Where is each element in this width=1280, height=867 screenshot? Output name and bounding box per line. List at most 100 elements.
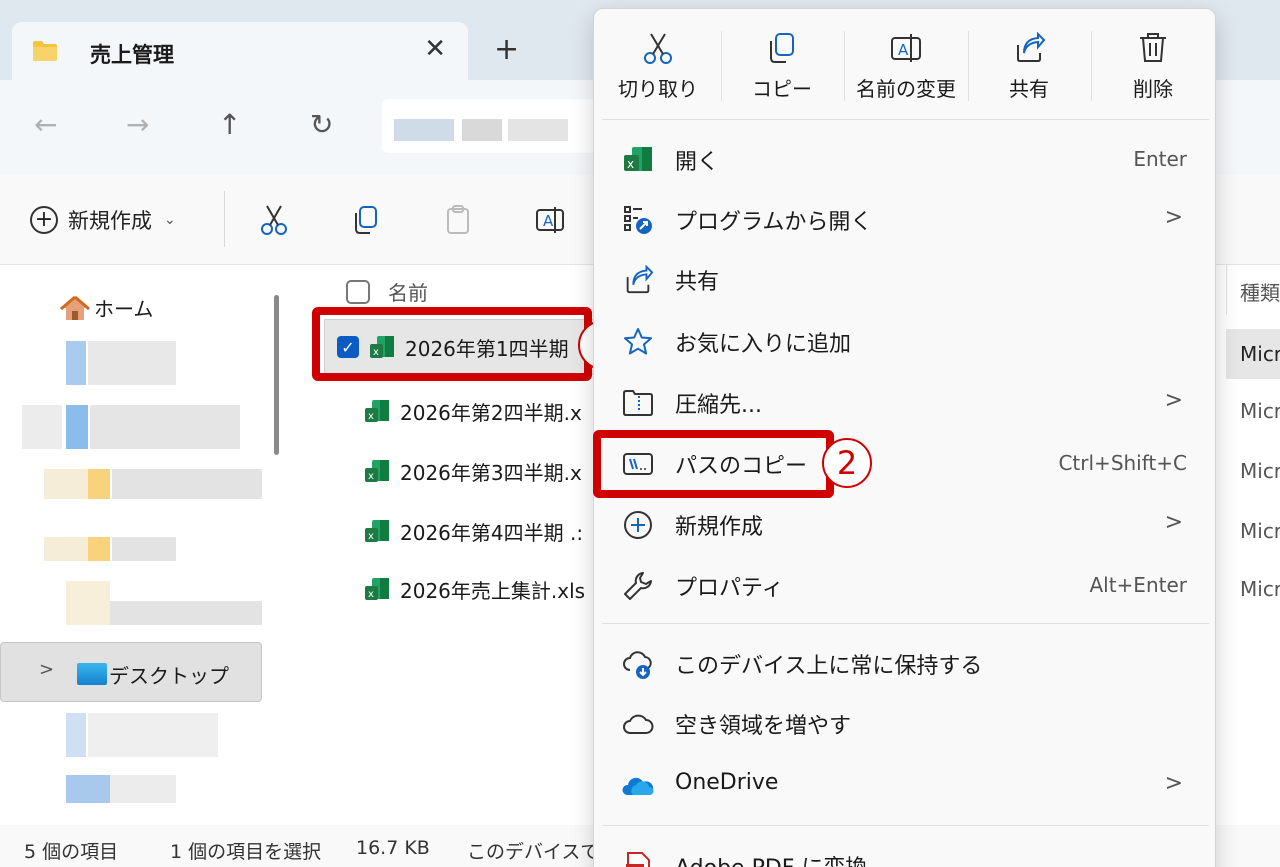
svg-text:A: A — [543, 212, 554, 230]
toolbar-divider — [224, 191, 225, 247]
menu-item-label: OneDrive — [675, 770, 779, 795]
rename-icon: A — [891, 34, 921, 62]
menu-item-label: 開く — [675, 150, 720, 175]
step-badge-2: 2 — [822, 438, 872, 488]
menu-item-shortcut: Ctrl+Shift+C — [1058, 451, 1187, 475]
menu-item-free-up-space[interactable]: 空き領域を増やす — [594, 693, 1217, 753]
up-icon[interactable]: ↑ — [218, 108, 241, 141]
svg-text:x: x — [368, 471, 374, 482]
plus-icon: + — [30, 206, 58, 234]
menu-item-shortcut: Enter — [1133, 147, 1187, 171]
menu-item-onedrive[interactable]: OneDrive > — [594, 755, 1217, 815]
select-all-checkbox[interactable] — [346, 279, 370, 304]
desktop-icon — [77, 663, 107, 685]
highlight-box-step2 — [593, 430, 834, 498]
file-row[interactable]: x 2026年第2四半期.x — [324, 383, 624, 439]
availability-status: このデバイスで — [467, 841, 600, 863]
menu-item-label: プロパティ — [675, 576, 784, 601]
cloud-icon — [623, 714, 654, 734]
svg-text:x: x — [368, 411, 374, 422]
menu-item-keep-on-device[interactable]: このデバイス上に常に保持する — [594, 633, 1217, 693]
menu-item-open-with[interactable]: プログラムから開く > — [594, 189, 1217, 249]
copy-button[interactable]: コピー — [720, 27, 844, 117]
menu-item-share[interactable]: 共有 — [594, 249, 1217, 309]
menu-item-add-favorites[interactable]: お気に入りに追加 — [594, 311, 1217, 371]
chevron-down-icon: ⌄ — [164, 212, 176, 228]
trash-icon — [1140, 33, 1166, 62]
selection-size: 16.7 KB — [356, 837, 430, 859]
paste-icon[interactable] — [442, 203, 474, 237]
cut-button[interactable]: 切り取り — [596, 27, 720, 117]
svg-text:x: x — [627, 157, 634, 171]
menu-divider — [602, 623, 1209, 624]
svg-text:A: A — [898, 41, 909, 59]
chevron-right-icon[interactable]: > — [39, 659, 54, 680]
cut-icon[interactable] — [258, 203, 290, 237]
refresh-icon[interactable]: ↻ — [310, 108, 333, 141]
menu-item-shortcut: Alt+Enter — [1089, 573, 1187, 597]
file-name: 2026年第2四半期.x — [400, 400, 582, 425]
wrench-icon — [624, 572, 652, 600]
excel-file-icon: x — [365, 578, 389, 600]
svg-text:x: x — [368, 589, 374, 600]
sidebar-scrollbar[interactable] — [274, 295, 279, 455]
sidebar-item-home-label: ホーム — [94, 297, 154, 321]
tab-close-icon[interactable]: ✕ — [424, 34, 446, 64]
menu-item-label: 新規作成 — [675, 515, 764, 540]
sidebar-item-desktop-label: デスクトップ — [109, 664, 229, 688]
new-tab-button[interactable]: + — [494, 32, 519, 67]
chevron-right-icon: > — [1164, 388, 1183, 413]
share-button[interactable]: 共有 — [967, 27, 1091, 117]
menu-divider — [602, 119, 1209, 120]
plus-circle-icon — [624, 511, 652, 539]
file-name: 2026年売上集計.xls — [400, 578, 586, 603]
menu-item-convert-pdf[interactable]: Adobe PDF に変換 — [594, 835, 1217, 867]
excel-file-icon: x — [365, 400, 389, 422]
tab-sales-management[interactable]: 売上管理 ✕ — [12, 22, 468, 82]
new-button[interactable]: + 新規作成 ⌄ — [30, 205, 176, 235]
menu-item-new[interactable]: 新規作成 > — [594, 494, 1217, 554]
sidebar-item-home[interactable]: ホーム — [60, 293, 153, 322]
column-header-type[interactable]: 種類 — [1240, 277, 1280, 306]
chevron-right-icon: > — [1164, 510, 1183, 535]
onedrive-icon — [622, 777, 654, 795]
folder-icon — [33, 41, 57, 61]
share-icon — [1017, 31, 1046, 62]
delete-button[interactable]: 削除 — [1091, 27, 1215, 117]
excel-file-icon: x — [365, 460, 389, 482]
file-row[interactable]: x 2026年第4四半期 .: — [324, 503, 624, 559]
step-badge-2-label: 2 — [836, 444, 858, 482]
menu-item-open[interactable]: x 開く Enter — [594, 129, 1217, 189]
rename-icon[interactable]: A — [534, 203, 566, 237]
file-type-cell: Micr — [1240, 577, 1280, 601]
excel-icon: x — [624, 147, 652, 171]
column-divider — [1226, 265, 1227, 315]
file-row[interactable]: x 2026年第3四半期.x — [324, 443, 624, 499]
file-type-cell: Micr — [1240, 459, 1280, 483]
file-type-cell: Micr — [1240, 519, 1280, 543]
back-icon[interactable]: ← — [34, 108, 57, 141]
column-header-name[interactable]: 名前 — [346, 277, 428, 306]
menu-item-label: このデバイス上に常に保持する — [675, 654, 983, 679]
sidebar-item-desktop[interactable]: > デスクトップ — [0, 642, 262, 702]
quick-actions: 切り取り コピー A 名前の変更 共有 削除 — [594, 9, 1217, 119]
file-row[interactable]: x 2026年売上集計.xls — [324, 561, 624, 617]
address-bar[interactable] — [382, 99, 602, 153]
navigation-pane: ホーム > デスクトップ — [0, 265, 290, 825]
menu-item-properties[interactable]: プロパティ Alt+Enter — [594, 555, 1217, 615]
column-name-label: 名前 — [388, 281, 428, 305]
cut-button-label: 切り取り — [618, 77, 698, 101]
forward-icon[interactable]: → — [126, 108, 149, 141]
menu-item-compress[interactable]: 圧縮先... > — [594, 372, 1217, 432]
zip-folder-icon — [623, 390, 653, 416]
delete-button-label: 削除 — [1133, 77, 1173, 101]
menu-item-label: 共有 — [675, 270, 720, 295]
rename-button[interactable]: A 名前の変更 — [844, 27, 968, 117]
copy-icon[interactable] — [350, 203, 382, 237]
menu-divider — [602, 825, 1209, 826]
cut-icon — [644, 33, 672, 64]
home-icon — [60, 295, 90, 320]
tab-title: 売上管理 — [90, 43, 174, 67]
svg-text:x: x — [368, 531, 374, 542]
cloud-download-icon — [623, 651, 652, 679]
